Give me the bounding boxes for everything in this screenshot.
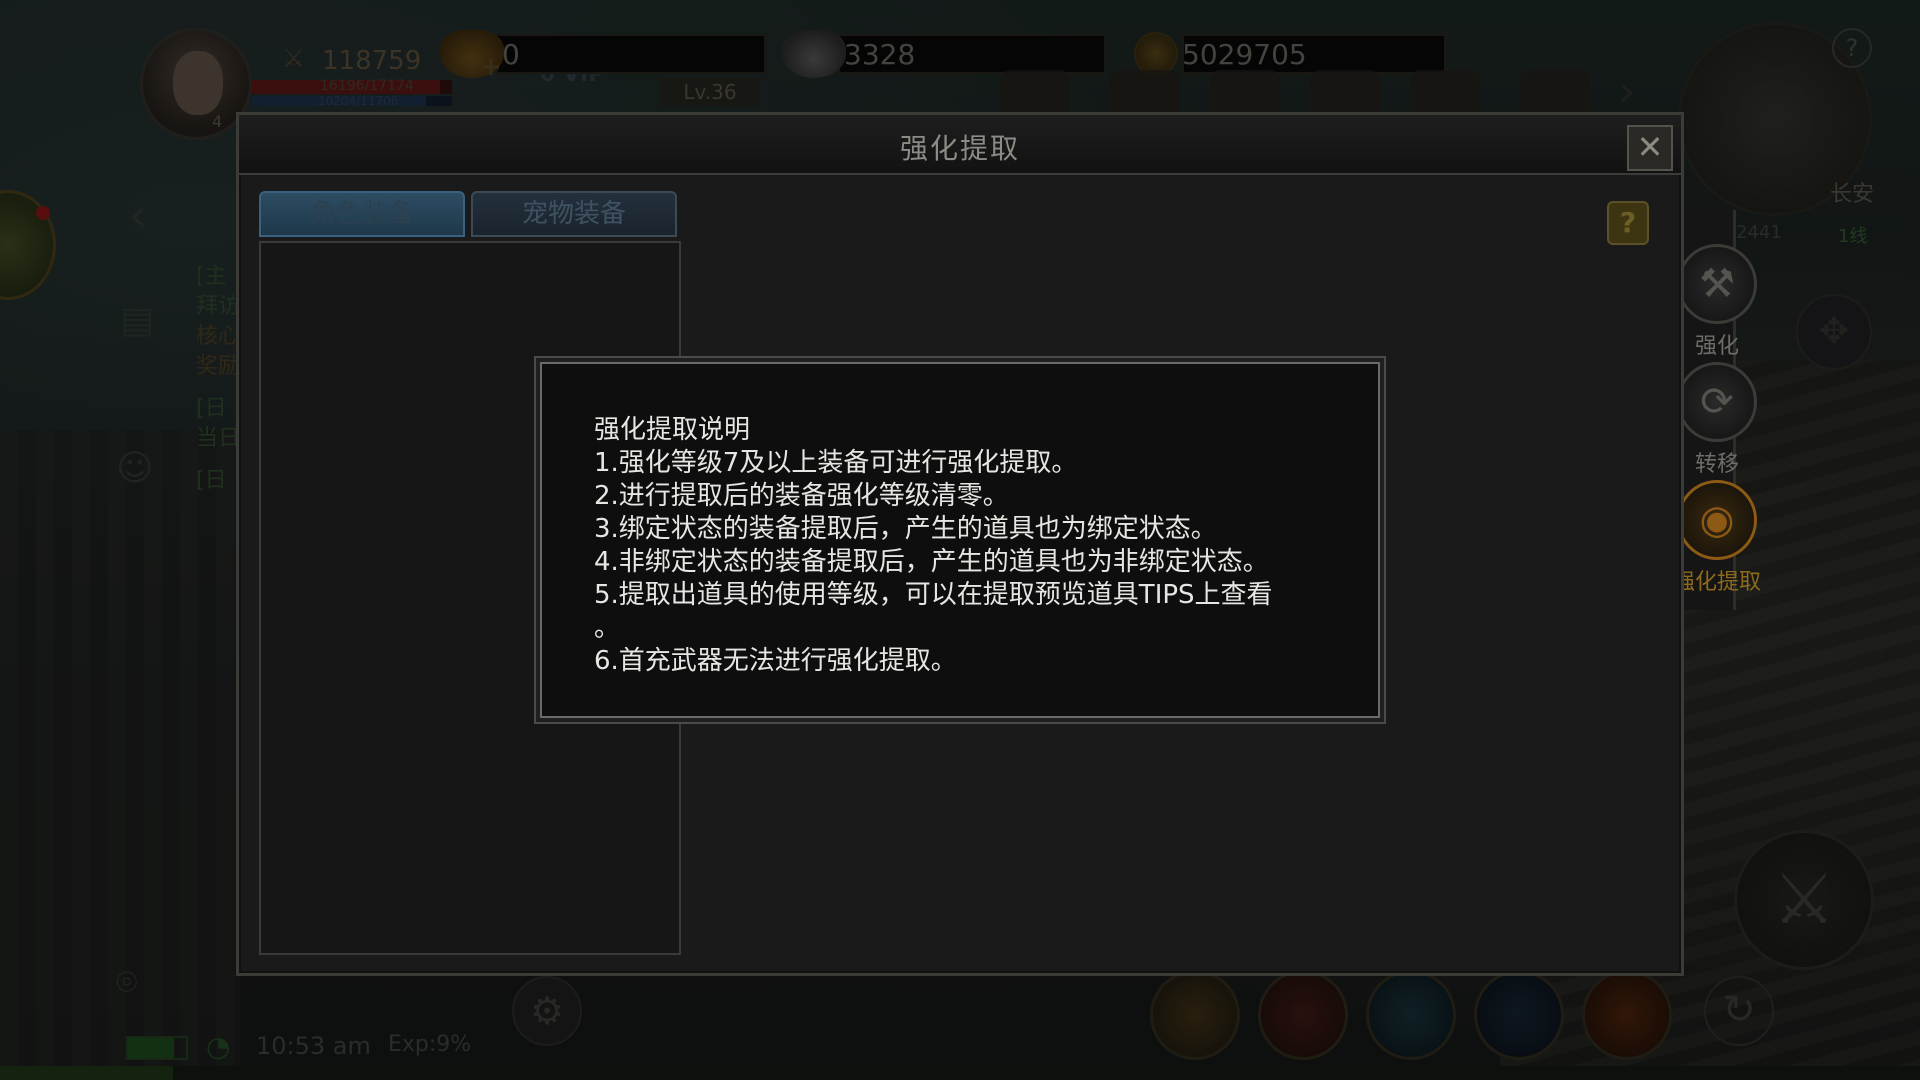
popup-line: 5.提取出道具的使用等级，可以在提取预览道具TIPS上查看 [594,580,1273,610]
side-tab-extract[interactable]: ◉ 强化提取 [1672,480,1762,596]
popup-body: 强化提取说明 1.强化等级7及以上装备可进行强化提取。 2.进行提取后的装备强化… [594,414,1354,678]
extract-info-popup[interactable]: 强化提取说明 1.强化等级7及以上装备可进行强化提取。 2.进行提取后的装备强化… [540,362,1380,718]
popup-line: 6.首充武器无法进行强化提取。 [594,646,957,676]
popup-heading: 强化提取说明 [594,415,751,445]
side-tab-label: 强化提取 [1672,570,1761,595]
transfer-icon: ⟳ [1677,362,1757,442]
hammer-icon: ⚒ [1677,244,1757,324]
help-icon[interactable]: ? [1607,201,1649,245]
tab-character-equipment[interactable]: 角色装备 [259,191,465,237]
side-tab-label: 强化 [1694,334,1739,359]
popup-line: 3.绑定状态的装备提取后，产生的道具也为绑定状态。 [594,514,1217,544]
window-titlebar: 强化提取 ✕ [239,115,1681,175]
extract-icon: ◉ [1677,480,1757,560]
game-screen: 4 ⚔ 118759 16196/17174 10204/11706 0 VIP… [0,0,1920,1080]
side-tab-strengthen[interactable]: ⚒ 强化 [1672,244,1762,360]
popup-line: 4.非绑定状态的装备提取后，产生的道具也为非绑定状态。 [594,547,1269,577]
window-title: 强化提取 [899,132,1020,165]
tab-pet-equipment[interactable]: 宠物装备 [471,191,677,237]
side-tab-transfer[interactable]: ⟳ 转移 [1672,362,1762,478]
side-tab-label: 转移 [1694,452,1739,477]
popup-line: 2.进行提取后的装备强化等级清零。 [594,481,1009,511]
popup-line: 。 [594,613,621,643]
popup-line: 1.强化等级7及以上装备可进行强化提取。 [594,448,1078,478]
close-icon[interactable]: ✕ [1627,125,1673,171]
